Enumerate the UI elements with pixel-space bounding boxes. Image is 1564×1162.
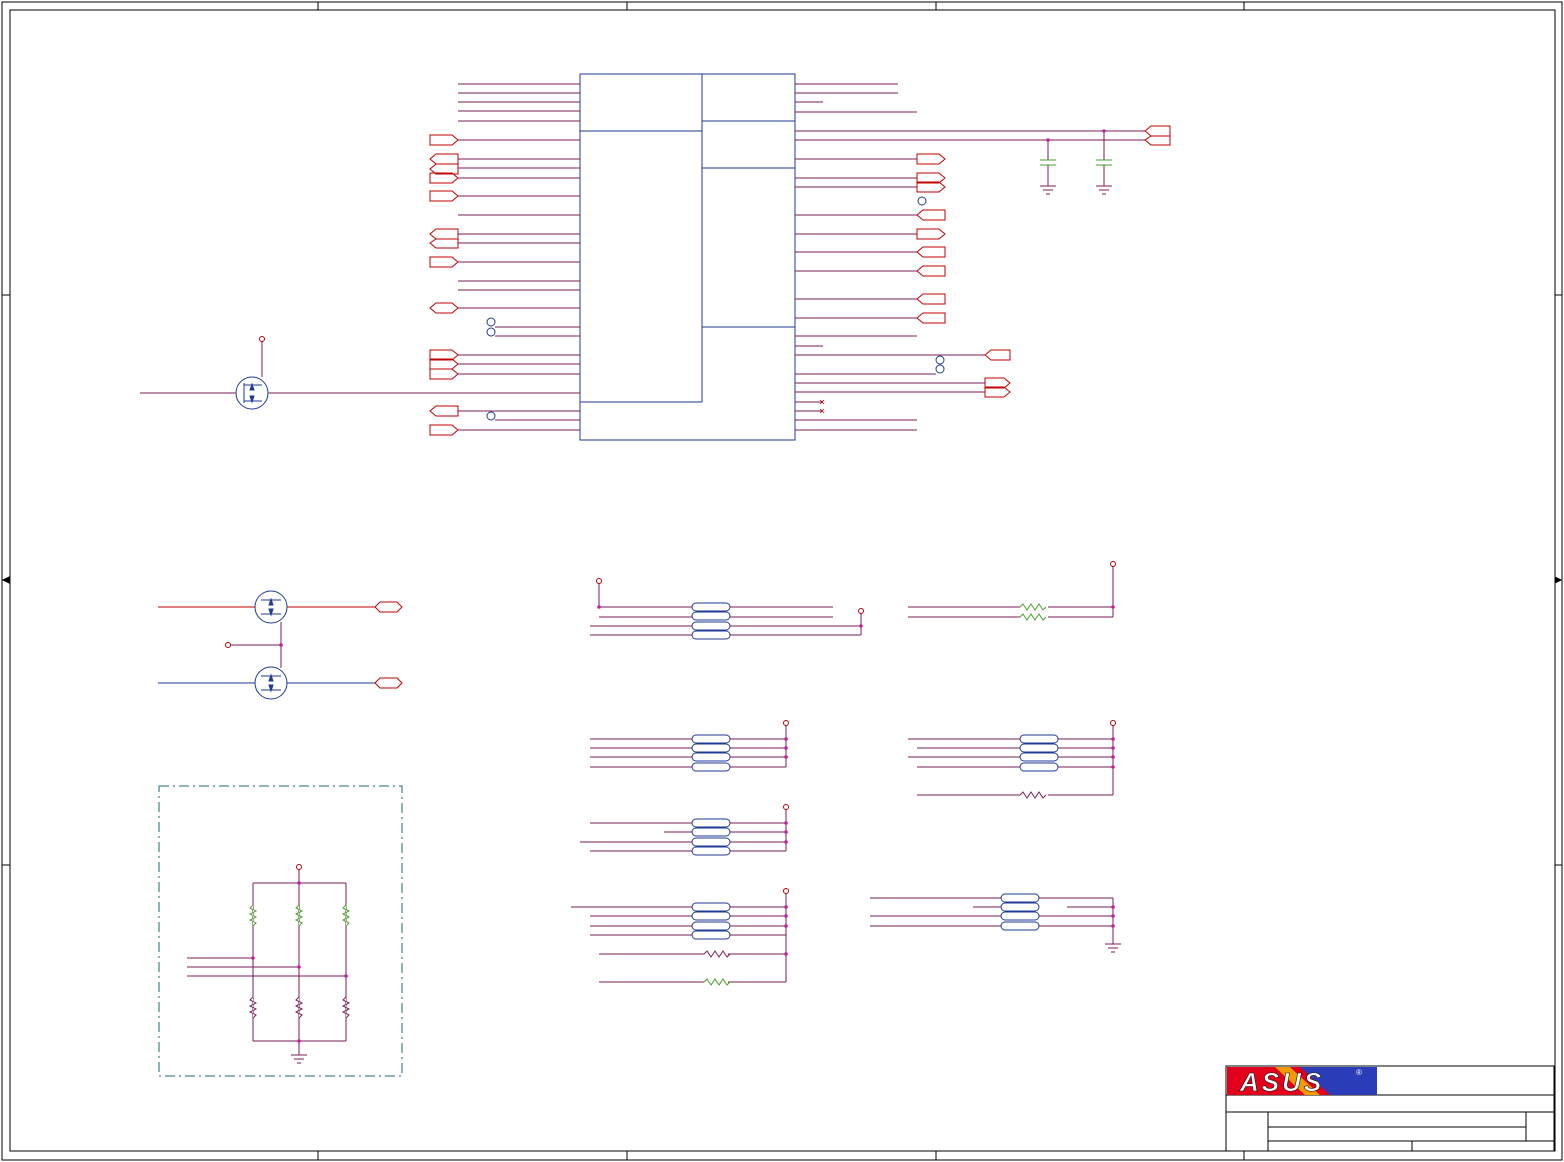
ground-icon xyxy=(1040,185,1112,195)
resistor-array-icon xyxy=(908,720,1116,799)
level-shifter xyxy=(158,601,403,689)
brand-logo-text: ASUS xyxy=(1239,1067,1324,1097)
strap-network xyxy=(187,870,347,1055)
sheet-frame xyxy=(1,1,1563,1161)
schematic-sheet: ASUS ® xyxy=(1,1,1563,1161)
registered-mark: ® xyxy=(1356,1068,1362,1077)
resistor-array-icon xyxy=(590,720,789,772)
power-rail-icon xyxy=(296,864,302,870)
main-ic xyxy=(579,73,796,441)
resistor-array-icon xyxy=(571,888,789,986)
resistor-array-icon xyxy=(580,804,789,856)
asus-logo: ASUS ® xyxy=(1227,1067,1377,1097)
connector-port-icon xyxy=(429,134,459,436)
power-rail-icon xyxy=(259,336,265,342)
capacitor-icon xyxy=(1040,131,1112,186)
mosfet-icon xyxy=(254,666,288,700)
resistor-array-icon xyxy=(590,578,864,640)
ic-left-pins xyxy=(268,83,580,431)
mosfet-icon xyxy=(140,341,269,410)
connector-port-icon xyxy=(916,125,1171,398)
ground-icon xyxy=(1105,943,1121,953)
resistor-icon xyxy=(908,561,1116,621)
ground-icon xyxy=(291,1054,307,1064)
dashed-strap-box xyxy=(158,785,403,1077)
mosfet-icon xyxy=(254,590,288,624)
ic-right-pins xyxy=(795,83,1145,431)
resistor-array-icon xyxy=(870,893,1115,944)
